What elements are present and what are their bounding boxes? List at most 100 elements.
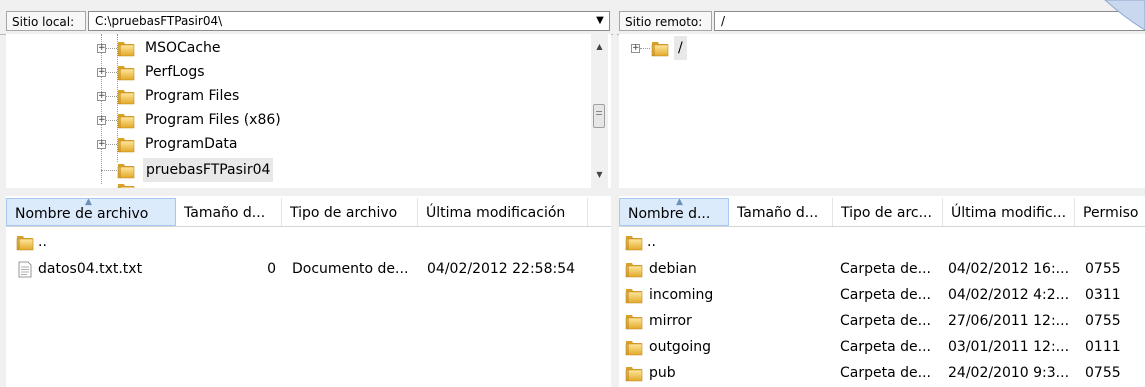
expand-icon[interactable]: + (97, 140, 106, 149)
column-label: Nombre d... (628, 206, 711, 222)
expand-icon[interactable]: + (631, 44, 640, 53)
expand-icon[interactable]: + (97, 116, 106, 125)
scroll-up-icon[interactable]: ▲ (591, 38, 608, 55)
tree-item-label: PerfLogs (145, 64, 205, 80)
table-row[interactable]: outgoing Carpeta de... 03/01/2011 12:...… (619, 334, 1145, 360)
file-name: mirror (649, 313, 692, 329)
table-row[interactable]: mirror Carpeta de... 27/06/2011 12:... 0… (619, 308, 1145, 334)
expand-icon[interactable]: + (97, 68, 106, 77)
column-label: Tipo de arc... (841, 205, 932, 221)
table-row[interactable]: debian Carpeta de... 04/02/2012 16:... 0… (619, 256, 1145, 282)
folder-icon (625, 313, 643, 330)
column-modified[interactable]: Última modific... (943, 198, 1075, 226)
folder-icon (625, 287, 643, 304)
file-type: Carpeta de... (840, 261, 931, 277)
tree-item-label-selected: pruebasFTPasir04 (143, 158, 274, 182)
column-filename[interactable]: ▲ Nombre de archivo (6, 198, 176, 226)
local-site-label: Sitio local: (6, 11, 86, 31)
remote-path-value: / (721, 14, 726, 28)
file-name: pub (649, 365, 676, 381)
remote-path-input[interactable]: / (714, 11, 1145, 31)
horizontal-splitter[interactable] (0, 188, 1145, 196)
local-path-dropdown-icon[interactable]: ▼ (592, 11, 608, 31)
local-tree-view[interactable]: + MSOCache + PerfLogs + Program Files + … (6, 34, 611, 188)
tree-item-root[interactable]: + / (619, 36, 1019, 60)
file-type: Carpeta de... (840, 313, 931, 329)
tree-item-program-files-x86[interactable]: + Program Files (x86) (6, 108, 586, 132)
file-name: .. (647, 234, 656, 250)
column-size[interactable]: Tamaño d... (176, 198, 282, 226)
column-permissions[interactable]: Permiso (1075, 198, 1145, 226)
remote-file-list-header: ▲ Nombre d... Tamaño d... Tipo de arc...… (619, 198, 1145, 227)
file-name: debian (649, 261, 697, 277)
column-label: Nombre de archivo (15, 206, 149, 222)
file-modified: 24/02/2010 9:3... (948, 365, 1070, 381)
table-row[interactable]: datos04.txt.txt 0 Documento de... 04/02/… (6, 256, 606, 282)
file-permissions: 0111 (1085, 339, 1121, 355)
local-path-input[interactable]: C:\pruebasFTPasir04\ (88, 11, 610, 31)
file-name: incoming (649, 287, 714, 303)
local-file-list-header: ▲ Nombre de archivo Tamaño d... Tipo de … (6, 198, 611, 227)
file-name: outgoing (649, 339, 712, 355)
file-type: Documento de... (292, 261, 409, 277)
table-row[interactable]: incoming Carpeta de... 04/02/2012 4:2...… (619, 282, 1145, 308)
column-filename[interactable]: ▲ Nombre d... (619, 198, 729, 226)
file-size: 0 (267, 261, 276, 277)
column-label: Tamaño d... (737, 205, 819, 221)
local-file-list[interactable]: ▲ Nombre de archivo Tamaño d... Tipo de … (6, 196, 611, 387)
file-permissions: 0755 (1085, 365, 1121, 381)
tree-item-label: ProgramData (145, 136, 238, 152)
file-name: .. (38, 234, 47, 250)
sort-ascending-icon: ▲ (676, 198, 683, 207)
local-site-bar: Sitio local: C:\pruebasFTPasir04\ ▼ (0, 8, 613, 35)
folder-icon (16, 234, 34, 251)
expand-icon[interactable]: + (97, 44, 106, 53)
tree-item-label: Program Files (145, 88, 240, 104)
tree-item-msocache[interactable]: + MSOCache (6, 36, 586, 60)
column-modified[interactable]: Última modificación (418, 198, 588, 226)
tree-item-label-selected: / (674, 36, 687, 60)
scroll-down-icon[interactable]: ▼ (591, 166, 608, 183)
scroll-thumb[interactable] (593, 104, 605, 128)
folder-icon (117, 64, 135, 81)
column-label: Última modific... (951, 205, 1067, 221)
folder-icon (117, 162, 135, 179)
column-type[interactable]: Tipo de arc... (833, 198, 943, 226)
local-tree-scrollbar[interactable]: ▲ ▼ (591, 34, 608, 188)
folder-icon (625, 261, 643, 278)
tree-item-pruebasftpasir04[interactable]: pruebasFTPasir04 (6, 158, 586, 182)
folder-icon (117, 136, 135, 153)
file-permissions: 0755 (1085, 313, 1121, 329)
file-type: Carpeta de... (840, 339, 931, 355)
column-label: Permiso (1083, 205, 1139, 221)
folder-icon (117, 112, 135, 129)
tree-item-perflogs[interactable]: + PerfLogs (6, 60, 586, 84)
table-row[interactable]: .. (6, 229, 606, 255)
file-modified: 27/06/2011 12:... (948, 313, 1070, 329)
folder-icon (117, 40, 135, 57)
file-modified: 03/01/2011 12:... (948, 339, 1070, 355)
expand-icon[interactable]: + (97, 92, 106, 101)
folder-icon (625, 234, 643, 251)
folder-icon (117, 88, 135, 105)
file-modified: 04/02/2012 4:2... (948, 287, 1070, 303)
file-modified: 04/02/2012 16:... (948, 261, 1070, 277)
folder-icon (625, 339, 643, 356)
file-type: Carpeta de... (840, 287, 931, 303)
table-row[interactable]: pub Carpeta de... 24/02/2010 9:3... 0755 (619, 360, 1145, 386)
file-modified: 04/02/2012 22:58:54 (427, 261, 576, 277)
tree-item-programdata[interactable]: + ProgramData (6, 132, 586, 156)
local-path-value: C:\pruebasFTPasir04\ (95, 14, 223, 28)
column-size[interactable]: Tamaño d... (729, 198, 833, 226)
tree-item-label: Program Files (x86) (145, 112, 281, 128)
file-permissions: 0311 (1085, 287, 1121, 303)
column-label: Tipo de archivo (290, 205, 398, 221)
remote-file-list[interactable]: ▲ Nombre d... Tamaño d... Tipo de arc...… (619, 196, 1145, 387)
table-row[interactable]: .. (619, 229, 1145, 255)
folder-icon (651, 40, 669, 57)
file-permissions: 0755 (1085, 261, 1121, 277)
remote-tree-view[interactable]: + / (619, 34, 1145, 188)
column-type[interactable]: Tipo de archivo (282, 198, 418, 226)
tree-item-program-files[interactable]: + Program Files (6, 84, 586, 108)
tree-item-label: MSOCache (145, 40, 221, 56)
